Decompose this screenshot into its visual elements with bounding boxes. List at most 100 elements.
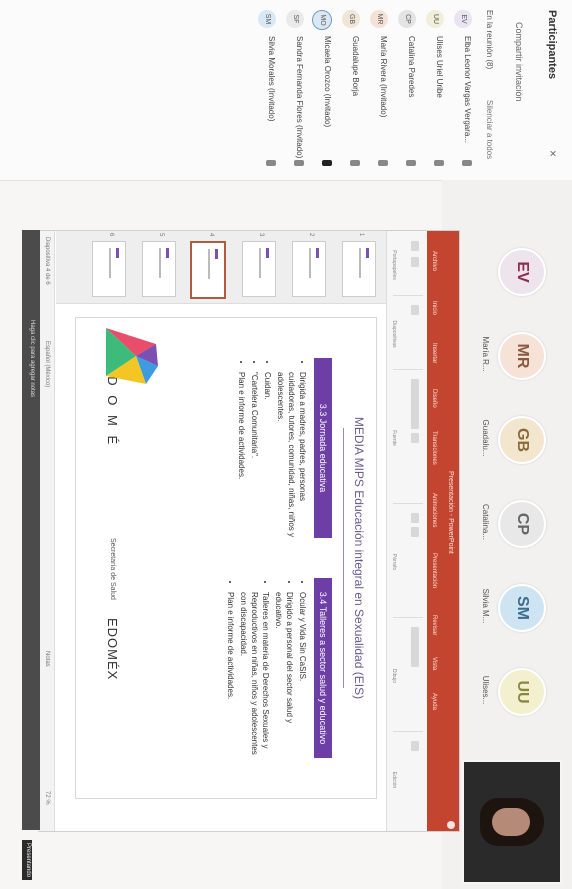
ribbon-group: Párrafo <box>391 507 423 618</box>
slide-canvas[interactable]: MEDIA MIPS Educación integral en Sexuali… <box>75 317 377 799</box>
bullet-item: Cuidan. <box>262 372 273 538</box>
column-header: 3.4 Talleres a sector salud y educativo <box>314 578 332 758</box>
participant-row[interactable]: MR María Rivera (Invitado) <box>366 10 392 170</box>
avatar: GB <box>342 10 360 28</box>
slide-thumbnail[interactable] <box>292 241 326 297</box>
tab[interactable]: Presentación <box>431 553 437 588</box>
participant-name: Micaela Orozco (Invitado) <box>323 36 332 128</box>
microphone-icon[interactable] <box>350 160 360 166</box>
powerpoint-window: Presentación - PowerPoint Archivo Inicio… <box>38 230 460 832</box>
new-slide-icon[interactable] <box>411 305 419 315</box>
group-label: Fuente <box>391 430 397 446</box>
participant-row[interactable]: UU Ulises Uriel Uribe <box>422 10 448 170</box>
tab[interactable]: Revisar <box>431 615 437 635</box>
notes-button[interactable]: Notas <box>44 651 50 667</box>
slide-thumbnail[interactable] <box>92 241 126 297</box>
numbering-icon[interactable] <box>411 527 419 537</box>
avatar[interactable]: GB <box>498 416 546 464</box>
share-invite-button[interactable]: Compartir invitación <box>514 22 524 102</box>
in-meeting-section-label[interactable]: En la reunión (8) <box>485 10 494 69</box>
microphone-icon[interactable] <box>266 160 276 166</box>
bullet-item: Dirigido a personal del sector salud y e… <box>273 592 295 758</box>
avatar[interactable]: UU <box>498 668 546 716</box>
language[interactable]: Español (México) <box>44 341 50 387</box>
tab[interactable]: Transiciones <box>431 431 437 465</box>
slide-number: 5 <box>158 233 164 237</box>
tab[interactable]: Insertar <box>431 343 437 363</box>
camera-video-tile[interactable] <box>462 760 562 884</box>
zoom-level[interactable]: 72 % <box>44 791 50 805</box>
avatar: SF <box>286 10 304 28</box>
microphone-icon[interactable] <box>434 160 444 166</box>
avatar[interactable]: EV <box>498 248 546 296</box>
tab[interactable]: Animaciones <box>431 493 437 527</box>
microphone-icon[interactable] <box>378 160 388 166</box>
microphone-icon[interactable] <box>322 160 332 166</box>
meeting-stage: Participantes × Compartir invitación En … <box>0 0 572 889</box>
bullet-item: Plan e informe de actividades. <box>225 592 236 758</box>
tab[interactable]: Archivo <box>431 251 437 271</box>
participant-row[interactable]: MO Micaela Orozco (Invitado) <box>310 10 336 170</box>
slide-thumbnail[interactable] <box>342 241 376 297</box>
slide-thumbnail[interactable] <box>142 241 176 297</box>
slide-number: 3 <box>258 233 264 237</box>
avatar[interactable]: CP <box>498 500 546 548</box>
tab[interactable]: Diseño <box>431 389 437 408</box>
ribbon: Portapapeles Diapositivas Fuente Párrafo… <box>386 231 427 831</box>
mute-all-button[interactable]: Silenciar a todos <box>485 100 494 159</box>
tab[interactable]: Ayuda <box>431 693 437 710</box>
slide-thumbnail-selected[interactable] <box>190 241 226 299</box>
notes-pane[interactable]: Haga clic para agregar notas <box>22 230 40 830</box>
copy-icon[interactable] <box>411 257 419 267</box>
participant-name: Sandra Fernanda Flores (Invitado) <box>295 36 304 159</box>
avatar[interactable]: SM <box>498 584 546 632</box>
microphone-icon[interactable] <box>294 160 304 166</box>
participant-row[interactable]: CP Catalina Paredes <box>394 10 420 170</box>
participant-label: Ulises... <box>481 675 490 705</box>
group-label: Dibujo <box>391 668 397 684</box>
avatar: CP <box>398 10 416 28</box>
brand-logo <box>106 328 158 384</box>
font-size-select[interactable] <box>411 433 419 443</box>
record-icon[interactable] <box>447 821 455 829</box>
paste-icon[interactable] <box>411 241 419 251</box>
participant-name: Guadalupe Borja <box>351 36 360 97</box>
participant-row[interactable]: SM Silvia Morales (Invitado) <box>254 10 280 170</box>
participants-panel: Participantes × Compartir invitación En … <box>0 0 572 181</box>
ribbon-group: Dibujo <box>391 621 423 732</box>
participant-label: Guadalu... <box>481 419 490 457</box>
bullet-item: "Cartelera Comunitaria". <box>249 372 260 538</box>
bullet-list: Dirigida a madres, padres, personas cuid… <box>236 372 308 538</box>
secretaria-logo: Secretaría de Salud <box>109 538 116 600</box>
microphone-icon[interactable] <box>406 160 416 166</box>
microphone-icon[interactable] <box>462 160 472 166</box>
tab[interactable]: Vista <box>431 657 437 670</box>
participant-name: Ulises Uriel Uribe <box>435 36 444 98</box>
participant-name: María Rivera (Invitado) <box>379 36 388 118</box>
participant-row[interactable]: EV Elba Leonor Vargas Vergara... <box>450 10 476 170</box>
content-column[interactable]: 3.4 Talleres a sector salud y educativo … <box>223 578 332 758</box>
ribbon-group: Edición <box>391 735 423 825</box>
find-icon[interactable] <box>411 741 419 751</box>
bullet-item: Plan e informe de actividades. <box>236 372 247 538</box>
shapes-gallery[interactable] <box>411 627 419 667</box>
participant-name: Catalina Paredes <box>407 36 416 98</box>
group-label: Edición <box>391 771 397 789</box>
bullet-list: Ocular y Vida Sin CaSIS. Dirigido a pers… <box>225 592 308 758</box>
participant-row[interactable]: SF Sandra Fernanda Flores (Invitado) <box>282 10 308 170</box>
tab[interactable]: Inicio <box>431 301 437 315</box>
presenter-tab[interactable]: Presentando <box>22 840 32 880</box>
slide-thumbnails: 1 2 3 4 5 6 <box>56 231 386 304</box>
close-panel-icon[interactable]: × <box>546 150 560 157</box>
bullets-icon[interactable] <box>411 513 419 523</box>
participant-row[interactable]: GB Guadalupe Borja <box>338 10 364 170</box>
avatar: MO <box>312 10 332 30</box>
slide-number: 4 <box>208 233 214 237</box>
participant-label: Silvia M... <box>481 588 490 624</box>
slide-thumbnail[interactable] <box>242 241 276 297</box>
avatar[interactable]: MR <box>498 332 546 380</box>
content-column[interactable]: 3.3 Jornada educativa Dirigida a madres,… <box>234 358 332 538</box>
slide-title[interactable]: MEDIA MIPS Educación integral en Sexuali… <box>352 318 366 798</box>
font-select[interactable] <box>411 379 419 429</box>
participant-label: María R... <box>481 336 490 372</box>
